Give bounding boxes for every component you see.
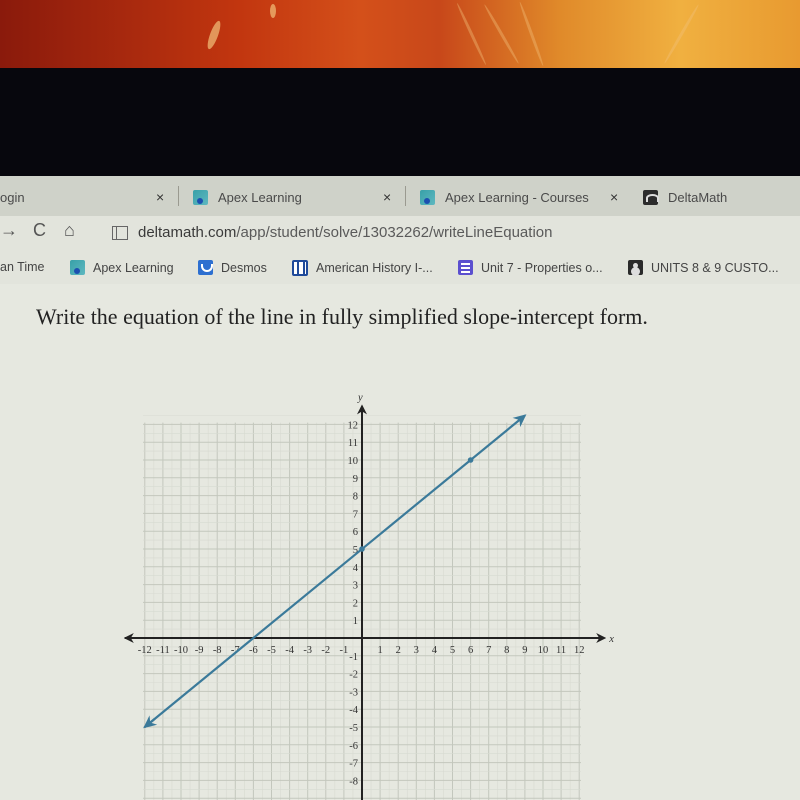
close-tab-icon[interactable]: × — [156, 189, 164, 205]
forms-icon — [458, 260, 473, 275]
x-tick-label: 3 — [414, 645, 419, 656]
series-line-start-arrow — [143, 715, 158, 729]
reload-button[interactable]: C — [33, 220, 46, 241]
tab-separator — [405, 186, 406, 206]
page-content: Write the equation of the line in fully … — [0, 284, 800, 800]
tab-label: Apex Learning - Courses — [445, 189, 589, 205]
tab-separator — [178, 186, 179, 206]
y-tick-label: 7 — [353, 509, 358, 520]
x-tick-label: 5 — [450, 645, 455, 656]
x-tick-label: 7 — [486, 645, 491, 656]
browser-toolbar: → C ⌂ deltamath.com/app/student/solve/13… — [0, 216, 800, 252]
x-tick-label: 11 — [556, 645, 566, 656]
x-tick-label: 10 — [538, 645, 549, 656]
deltamath-icon — [643, 189, 659, 205]
data-point — [359, 546, 365, 552]
y-tick-label: -5 — [349, 723, 358, 734]
close-tab-icon[interactable]: × — [383, 189, 391, 205]
y-tick-label: 4 — [353, 563, 359, 574]
x-tick-label: 1 — [377, 645, 382, 656]
classroom-icon — [628, 260, 643, 275]
close-tab-icon[interactable]: × — [610, 189, 618, 205]
bookmark-label: an Time — [0, 260, 45, 274]
x-tick-label: 6 — [468, 645, 473, 656]
x-tick-label: -8 — [213, 645, 222, 656]
apex-learning-icon — [193, 189, 208, 205]
bookmark-label: Apex Learning — [93, 260, 174, 275]
tab-label: Apex Learning — [218, 189, 302, 205]
y-tick-label: -2 — [349, 670, 358, 681]
x-tick-label: -12 — [138, 645, 152, 656]
tab-label: DeltaMath — [668, 189, 728, 205]
x-tick-label: -6 — [249, 645, 258, 656]
forward-button[interactable]: → — [0, 220, 18, 241]
x-tick-label: 4 — [432, 645, 438, 656]
y-tick-label: 12 — [348, 420, 359, 431]
y-tick-label: -8 — [349, 776, 358, 787]
y-tick-label: -3 — [349, 687, 358, 698]
url-host: deltamath.com — [138, 224, 237, 241]
x-axis-label: x — [608, 634, 614, 645]
x-tick-label: -3 — [303, 645, 312, 656]
tab-label: ogin — [0, 189, 25, 205]
data-point — [467, 457, 474, 463]
tab-apex-courses[interactable]: Apex Learning - Courses × — [420, 182, 630, 212]
tab-deltamath[interactable]: DeltaMath — [643, 182, 800, 212]
y-tick-label: 2 — [353, 598, 358, 609]
graph-axes: xy — [123, 392, 614, 800]
y-tick-label: 8 — [353, 492, 358, 503]
apex-learning-icon — [70, 260, 85, 275]
tab-strip: ogin × Apex Learning × Apex Learning - C… — [0, 176, 800, 216]
desktop-wallpaper — [0, 0, 800, 68]
tab-login[interactable]: ogin × — [0, 182, 180, 212]
bookmark-time[interactable]: an Time — [0, 260, 44, 274]
bookmark-unit-7[interactable]: Unit 7 - Properties o... — [458, 260, 603, 275]
monitor-bezel — [0, 68, 800, 176]
y-tick-label: -4 — [349, 705, 358, 716]
book-icon — [292, 260, 308, 276]
y-tick-label: 1 — [353, 616, 358, 627]
y-tick-label: 3 — [353, 581, 358, 592]
x-tick-label: 2 — [396, 645, 401, 656]
bookmark-label: Unit 7 - Properties o... — [481, 260, 603, 275]
x-tick-label: 9 — [522, 645, 527, 656]
y-tick-label: 10 — [348, 456, 359, 467]
x-tick-label: -2 — [321, 645, 330, 656]
x-tick-label: -9 — [195, 645, 204, 656]
y-tick-label: 9 — [353, 474, 358, 485]
x-tick-label: -1 — [340, 645, 349, 656]
y-axis-label: y — [357, 392, 363, 403]
tab-apex-learning[interactable]: Apex Learning × — [193, 182, 406, 212]
home-button[interactable]: ⌂ — [64, 220, 75, 241]
bookmarks-bar: an Time Apex Learning Desmos American Hi… — [0, 252, 800, 284]
bookmark-desmos[interactable]: Desmos — [198, 260, 267, 275]
x-tick-label: 12 — [574, 645, 585, 656]
bookmark-label: American History I-... — [316, 261, 433, 275]
bookmark-american-history[interactable]: American History I-... — [292, 260, 433, 276]
coordinate-graph: xy -12 -11 -10 -9 -8 -7 -6 -5 -4 -3 -2 -1 1 2 3 4 5 6 7 8 9 1… — [123, 392, 614, 800]
x-tick-label: -4 — [285, 645, 294, 656]
desmos-icon — [198, 260, 213, 275]
x-tick-label: -10 — [174, 645, 188, 656]
y-tick-label: 6 — [353, 527, 358, 538]
url-path: /app/student/solve/13032262/writeLineEqu… — [236, 224, 553, 241]
x-tick-label: -11 — [156, 645, 170, 656]
address-bar[interactable]: deltamath.com/app/student/solve/13032262… — [112, 224, 552, 241]
page-info-icon[interactable] — [112, 225, 128, 240]
x-tick-label: 8 — [504, 645, 509, 656]
y-tick-label: -7 — [349, 759, 358, 770]
bookmark-apex-learning[interactable]: Apex Learning — [70, 260, 174, 275]
y-tick-label: -6 — [349, 741, 358, 752]
browser-window: ogin × Apex Learning × Apex Learning - C… — [0, 176, 800, 800]
y-tick-label: -1 — [349, 652, 358, 663]
apex-learning-icon — [420, 189, 435, 205]
y-tick-label: 11 — [348, 438, 358, 449]
bookmark-units-8-9[interactable]: UNITS 8 & 9 CUSTO... — [628, 260, 779, 275]
x-tick-label: -5 — [267, 645, 276, 656]
bookmark-label: UNITS 8 & 9 CUSTO... — [651, 260, 779, 275]
bookmark-label: Desmos — [221, 260, 267, 275]
